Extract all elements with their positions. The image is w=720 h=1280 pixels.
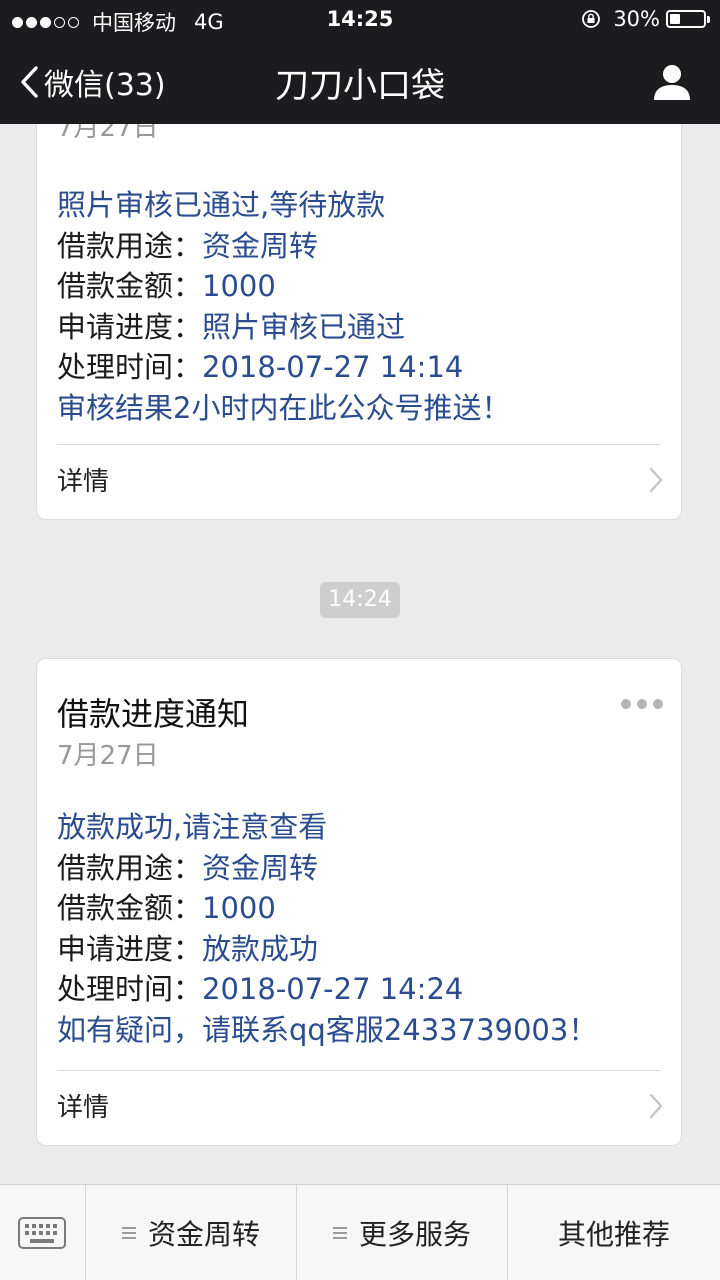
menu-item-funds[interactable]: 资金周转	[86, 1185, 297, 1280]
detail-link[interactable]: 详情	[37, 445, 681, 519]
menu-item-recommendations[interactable]: 其他推荐	[508, 1185, 720, 1280]
keyboard-toggle-button[interactable]	[0, 1185, 86, 1280]
card-headline: 照片审核已通过,等待放款	[57, 188, 386, 222]
battery-fill	[670, 14, 680, 24]
menu-item-more-services[interactable]: 更多服务	[297, 1185, 508, 1280]
info-key: 处理时间：	[57, 972, 203, 1006]
more-options-icon[interactable]	[615, 699, 663, 709]
more-dot	[653, 699, 663, 709]
info-value: 2018-07-27 14:24	[202, 972, 464, 1006]
info-row: 申请进度：照片审核已通过	[57, 307, 510, 348]
card-date: 7月27日	[57, 124, 159, 143]
info-key: 借款金额：	[57, 269, 203, 303]
menu-lines-icon	[121, 1226, 136, 1239]
card-headline: 放款成功,请注意查看	[57, 810, 328, 844]
info-value: 放款成功	[202, 931, 319, 966]
status-right: 30%	[581, 7, 710, 31]
info-row: 借款金额：1000	[57, 888, 597, 929]
menu-item-label: 更多服务	[358, 1217, 471, 1251]
info-row: 处理时间：2018-07-27 14:14	[57, 347, 510, 388]
bottom-menu: 资金周转 更多服务 其他推荐	[0, 1184, 720, 1280]
info-row: 借款用途：资金周转	[57, 848, 597, 889]
info-value: 2018-07-27 14:14	[202, 350, 464, 384]
menu-lines-icon	[332, 1226, 347, 1239]
menu-item-label: 资金周转	[147, 1217, 260, 1251]
keyboard-icon	[18, 1217, 66, 1249]
card-remark: 如有疑问，请联系qq客服2433739003！	[57, 1012, 598, 1047]
battery-tip	[707, 16, 710, 23]
more-dot	[621, 699, 631, 709]
message-card: 借款进度通知 7月27日 放款成功,请注意查看 借款用途：资金周转 借款金额：1…	[36, 658, 682, 1146]
time-separator: 14:24	[320, 582, 400, 618]
chevron-right-icon	[649, 1093, 663, 1119]
rotation-lock-icon	[582, 10, 601, 28]
info-value: 1000	[202, 891, 276, 925]
battery-icon	[666, 10, 710, 28]
info-row: 借款金额：1000	[57, 266, 510, 307]
menu-item-label: 其他推荐	[557, 1217, 670, 1251]
card-body: 照片审核已通过,等待放款 借款用途：资金周转 借款金额：1000 申请进度：照片…	[57, 185, 510, 428]
info-key: 处理时间：	[57, 350, 203, 384]
info-row: 申请进度：放款成功	[57, 929, 597, 970]
info-row: 借款用途：资金周转	[57, 226, 510, 267]
more-dot	[637, 699, 647, 709]
info-value: 照片审核已通过	[202, 309, 406, 344]
message-card: 7月27日 照片审核已通过,等待放款 借款用途：资金周转 借款金额：1000 申…	[36, 124, 682, 520]
info-key: 借款用途：	[57, 850, 203, 885]
user-icon[interactable]	[652, 62, 692, 102]
info-key: 申请进度：	[57, 931, 203, 966]
info-key: 借款金额：	[57, 891, 203, 925]
detail-label: 详情	[57, 467, 110, 497]
detail-label: 详情	[57, 1093, 110, 1123]
page-title: 刀刀小口袋	[275, 66, 445, 106]
info-row: 处理时间：2018-07-27 14:24	[57, 969, 597, 1010]
card-date: 7月27日	[57, 741, 159, 771]
message-list[interactable]: 7月27日 照片审核已通过,等待放款 借款用途：资金周转 借款金额：1000 申…	[0, 124, 720, 1184]
card-title: 借款进度通知	[57, 695, 250, 733]
card-remark: 审核结果2小时内在此公众号推送！	[57, 390, 511, 425]
chevron-right-icon	[649, 467, 663, 493]
info-key: 申请进度：	[57, 309, 203, 344]
card-body: 放款成功,请注意查看 借款用途：资金周转 借款金额：1000 申请进度：放款成功…	[57, 807, 597, 1050]
info-value: 资金周转	[202, 850, 319, 885]
info-value: 1000	[202, 269, 276, 303]
info-key: 借款用途：	[57, 228, 203, 263]
status-bar: 中国移动 4G 14:25 30%	[0, 0, 720, 40]
battery-percent: 30%	[613, 7, 660, 31]
info-value: 资金周转	[202, 228, 319, 263]
nav-bar: 微信(33) 刀刀小口袋	[0, 40, 720, 124]
detail-link[interactable]: 详情	[37, 1071, 681, 1145]
